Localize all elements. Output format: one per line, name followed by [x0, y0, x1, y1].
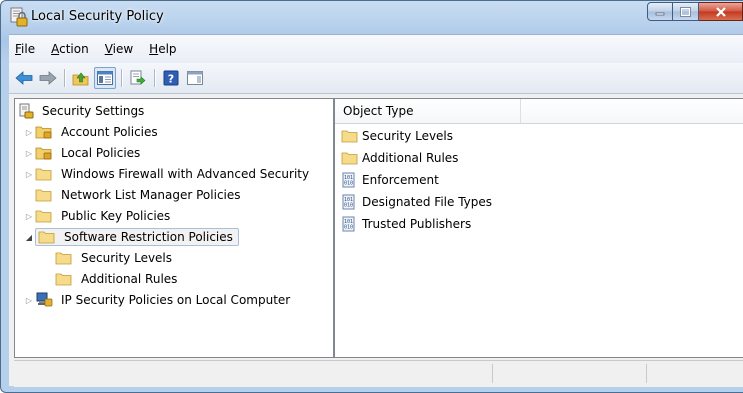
tree-root-label: Security Settings [42, 104, 145, 118]
folder-icon [341, 128, 359, 144]
expand-arrow-icon[interactable]: ▷ [23, 290, 35, 310]
tree-item-network-list-manager[interactable]: Network List Manager Policies [23, 185, 244, 205]
menu-action[interactable]: Action [45, 42, 97, 56]
binary-policy-icon: 101 010 [341, 172, 359, 188]
export-list-icon [130, 70, 146, 85]
close-icon [715, 6, 726, 17]
menu-view[interactable]: View [99, 42, 141, 56]
export-list-button[interactable] [127, 67, 149, 89]
selected-node: Software Restriction Policies [35, 228, 239, 246]
menu-bar: File Action View Help [9, 34, 743, 63]
toolbar-separator [154, 69, 155, 87]
tree-item-account-policies[interactable]: ▷ Account Policies [23, 122, 161, 142]
tree-item-local-policies[interactable]: ▷ Local Policies [23, 143, 143, 163]
status-bar [14, 360, 743, 387]
tree-item-security-levels[interactable]: Security Levels [55, 248, 175, 268]
expand-arrow-icon[interactable]: ▷ [23, 206, 35, 226]
back-icon [15, 71, 33, 85]
app-window: Local Security Policy File Action View H… [0, 0, 743, 393]
svg-text:010: 010 [344, 181, 353, 187]
minimize-icon [655, 12, 665, 15]
maximize-icon [680, 6, 691, 17]
column-header-object-type[interactable]: Object Type [335, 99, 521, 123]
collapse-arrow-icon[interactable]: ◢ [23, 227, 35, 247]
security-policy-icon [10, 7, 28, 27]
status-cell-divider [646, 364, 647, 383]
toolbar-separator [64, 69, 65, 87]
tree-item-additional-rules[interactable]: Additional Rules [55, 269, 180, 289]
security-settings-icon [19, 103, 37, 119]
tree-root[interactable]: Security Settings [19, 101, 147, 121]
up-one-level-button[interactable] [70, 67, 92, 89]
ip-security-icon [35, 292, 53, 308]
show-hide-action-pane-button[interactable] [184, 67, 206, 89]
help-icon: ? [163, 70, 179, 86]
caption-buttons [647, 2, 743, 22]
menu-file[interactable]: File [9, 42, 43, 56]
folder-icon [38, 229, 56, 245]
policy-folder-icon [35, 124, 53, 140]
svg-text:010: 010 [344, 203, 353, 209]
folder-icon [35, 166, 53, 182]
tree-item-public-key-policies[interactable]: ▷ Public Key Policies [23, 206, 173, 226]
expand-arrow-icon[interactable]: ▷ [23, 143, 35, 163]
expand-arrow-icon[interactable]: ▷ [23, 122, 35, 142]
console-tree[interactable]: Security Settings ▷ Account Policies ▷ L… [14, 98, 334, 358]
maximize-button[interactable] [673, 2, 699, 21]
forward-button[interactable] [37, 67, 59, 89]
menu-help[interactable]: Help [143, 42, 184, 56]
list-item[interactable]: Additional Rules [341, 147, 458, 169]
tree-item-windows-firewall[interactable]: ▷ Windows Firewall with Advanced Securit… [23, 164, 312, 184]
tree-item-ip-security-policies[interactable]: ▷ IP Security Policies on Local Computer [23, 290, 293, 310]
toolbar-separator [121, 69, 122, 87]
minimize-button[interactable] [647, 2, 673, 21]
folder-icon [55, 271, 73, 287]
show-hide-console-tree-icon [97, 71, 113, 85]
close-button[interactable] [699, 2, 743, 21]
tree-item-software-restriction-policies[interactable]: ◢ Software Restriction Policies [23, 227, 239, 247]
binary-policy-icon: 101 010 [341, 194, 359, 210]
folder-icon [35, 187, 53, 203]
expand-arrow-icon[interactable]: ▷ [23, 164, 35, 184]
details-list[interactable]: Object Type Security Levels Additional R… [334, 98, 743, 358]
show-hide-console-tree-button[interactable] [94, 67, 116, 89]
policy-folder-icon [35, 145, 53, 161]
back-button[interactable] [13, 67, 35, 89]
status-cell-divider [492, 364, 493, 383]
main-content: Security Settings ▷ Account Policies ▷ L… [9, 94, 743, 387]
column-header-empty [521, 99, 743, 123]
list-item[interactable]: 101 010 Trusted Publishers [341, 213, 471, 235]
list-header: Object Type [335, 99, 743, 124]
svg-text:010: 010 [344, 225, 353, 231]
up-one-level-icon [72, 72, 89, 86]
list-item[interactable]: Security Levels [341, 125, 453, 147]
folder-icon [341, 150, 359, 166]
window-title: Local Security Policy [31, 9, 164, 24]
list-item[interactable]: 101 010 Enforcement [341, 169, 439, 191]
folder-icon [35, 208, 53, 224]
title-bar[interactable]: Local Security Policy [1, 1, 743, 33]
list-item[interactable]: 101 010 Designated File Types [341, 191, 492, 213]
help-button[interactable]: ? [160, 67, 182, 89]
folder-icon [55, 250, 73, 266]
svg-text:?: ? [168, 73, 174, 86]
toolbar: ? [9, 63, 743, 94]
forward-icon [39, 71, 57, 85]
binary-policy-icon: 101 010 [341, 216, 359, 232]
show-hide-action-pane-icon [187, 71, 203, 85]
